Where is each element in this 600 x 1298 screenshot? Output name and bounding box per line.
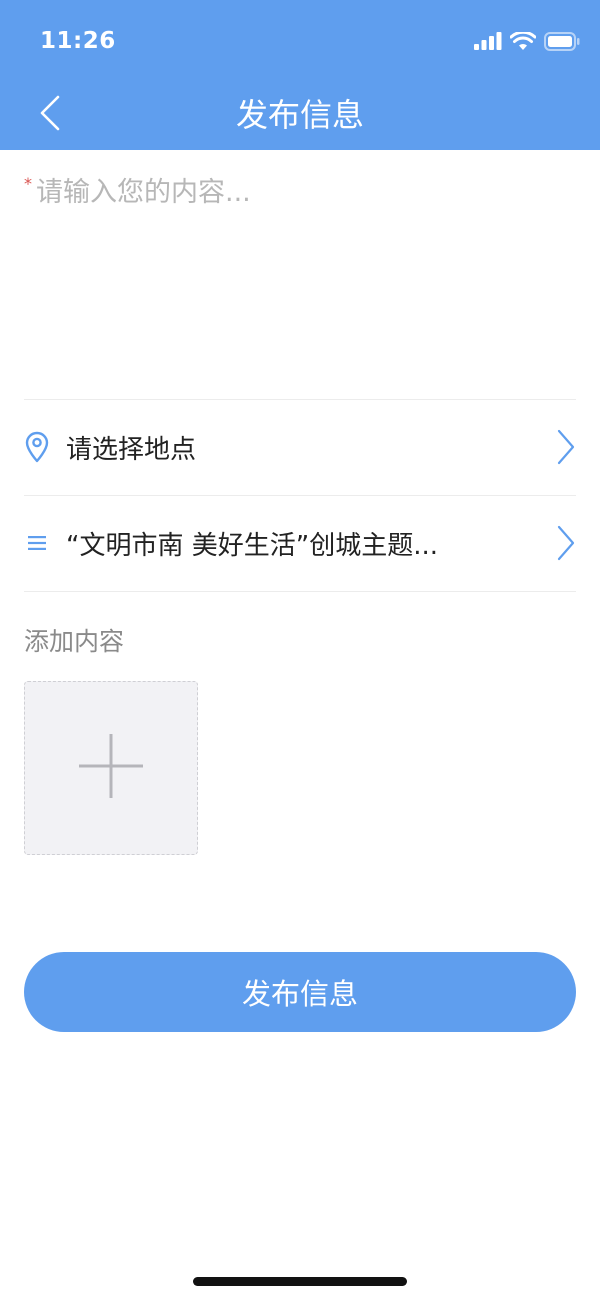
content-area: * (24, 170, 576, 398)
status-time: 11:26 (40, 28, 116, 54)
topic-row[interactable]: “文明市南 美好生活”创城主题... (24, 496, 576, 590)
add-content-label: 添加内容 (24, 627, 125, 656)
signal-icon (474, 32, 502, 54)
chevron-right-icon (552, 523, 576, 563)
content-input[interactable] (36, 170, 576, 390)
required-mark: * (24, 174, 32, 193)
location-pin-icon (24, 429, 50, 465)
home-indicator (193, 1277, 407, 1286)
chevron-right-icon (552, 427, 576, 467)
location-label: 请选择地点 (66, 434, 197, 465)
header-bar: 11:26 发布信息 (0, 0, 600, 150)
wifi-icon (509, 30, 537, 55)
page-title: 发布信息 (235, 96, 364, 134)
status-icons (474, 30, 580, 55)
battery-icon (544, 31, 580, 55)
list-icon (24, 525, 50, 561)
plus-icon (78, 733, 144, 803)
submit-button[interactable]: 发布信息 (24, 952, 576, 1032)
divider (24, 591, 576, 592)
topic-label: “文明市南 美好生活”创城主题... (66, 530, 438, 561)
add-attachment-button[interactable] (24, 681, 198, 855)
location-row[interactable]: 请选择地点 (24, 400, 576, 494)
